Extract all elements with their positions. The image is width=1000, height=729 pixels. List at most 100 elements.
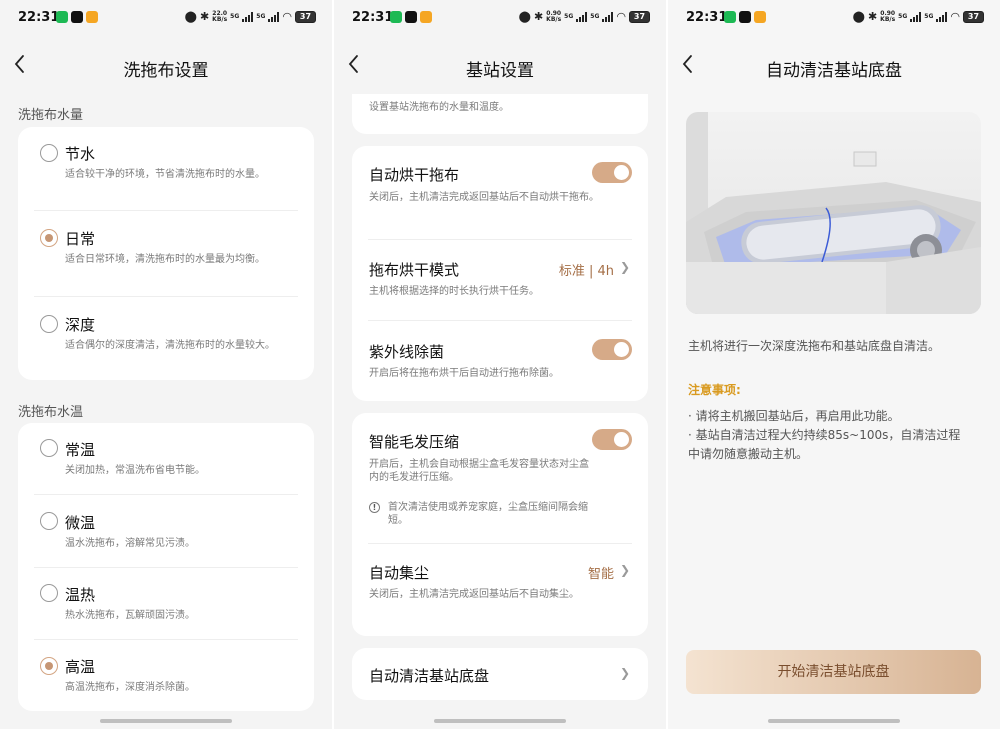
row-uv-sterilize: 紫外线除菌 开启后将在拖布烘干后自动进行拖布除菌。 [352,321,648,401]
option-temp-warm[interactable]: 微温 温水洗拖布，溶解常见污渍。 [18,495,314,568]
option-title: 高温 [65,658,96,676]
location-icon: ⬤ [184,10,197,23]
signal-icon [576,11,588,22]
signal-icon [268,11,280,22]
chevron-right-icon: ❯ [619,666,630,680]
dry-mode-value: 标准 | 4h [558,264,614,279]
auto-dust-value: 智能 [587,567,614,582]
option-title: 节水 [65,145,96,163]
signal-label: 5G [564,12,574,20]
row-title: 自动清洁基站底盘 [369,667,490,685]
app-notification-icon [739,11,751,23]
battery-icon: 37 [295,10,316,23]
app-notification-icon [754,11,766,23]
option-desc: 适合较干净的环境，节省清洗拖布时的水量。 [65,169,265,180]
signal-label: 5G [590,12,600,20]
notice-item: · 请将主机搬回基站后，再启用此功能。 [688,409,900,423]
app-notification-icon [420,11,432,23]
row-dry-mode[interactable]: 拖布烘干模式 标准 | 4h ❯ 主机将根据选择的时长执行烘干任务。 [352,240,648,320]
net-speed-unit: KB/s [546,15,562,23]
app-notification-icon [405,11,417,23]
radio-button[interactable] [40,512,58,530]
notice-item-continued: 中请勿随意搬动主机。 [688,447,809,461]
wifi-icon: ◠ [616,10,626,23]
app-notification-icon [390,11,402,23]
screen-clean-station-tray: 22:31 ⬤ ✱ 0.90KB/s 5G 5G ◠ 37 自动清洁基站底盘 [668,0,1000,729]
app-notification-icon [724,11,736,23]
status-time: 22:31 [18,10,60,25]
status-bar: 22:31 ⬤ ✱ 22.0 KB/s 5G 5G ◠ 37 [0,0,332,36]
info-icon: ! [369,502,380,513]
option-desc: 适合偶尔的深度清洁，清洗拖布时的水量较大。 [65,340,275,351]
row-clean-tray[interactable]: 自动清洁基站底盘 ❯ [352,648,648,700]
home-indicator[interactable] [100,719,232,723]
radio-button[interactable] [40,584,58,602]
mop-wash-settings-row[interactable]: 设置基站洗拖布的水量和温度。 [352,94,648,134]
hair-compress-note: 首次清洁使用或养宠家庭，尘盒压缩间隔会缩短。 [388,502,588,526]
status-time: 22:31 [352,10,394,25]
wifi-icon: ◠ [950,10,960,23]
option-desc: 适合日常环境，清洗拖布时的水量最为均衡。 [65,254,265,265]
row-desc: 开启后，主机会自动根据尘盒毛发容量状态对尘盒内的毛发进行压缩。 [369,459,589,483]
location-icon: ⬤ [518,10,531,23]
start-clean-tray-button[interactable]: 开始清洁基站底盘 [686,650,981,694]
page-title: 基站设置 [466,61,534,81]
net-speed-unit: KB/s [880,15,896,23]
radio-button[interactable] [40,439,58,457]
water-options-card: 节水 适合较干净的环境，节省清洗拖布时的水量。 日常 适合日常环境，清洗拖布时的… [18,127,314,380]
nav-bar: 基站设置 [334,40,666,92]
option-temp-normal[interactable]: 常温 关闭加热，常温洗布省电节能。 [18,423,314,495]
row-auto-dry: 自动烘干拖布 关闭后，主机清洁完成返回基站后不自动烘干拖布。 [352,146,648,239]
row-desc: 关闭后，主机清洁完成返回基站后不自动烘干拖布。 [369,192,599,203]
section-label-temperature: 洗拖布水温 [18,405,84,420]
option-desc: 关闭加热，常温洗布省电节能。 [65,465,205,476]
option-title: 常温 [65,441,96,459]
row-desc: 主机将根据选择的时长执行烘干任务。 [369,286,539,297]
signal-label: 5G [898,12,908,20]
page-title: 自动清洁基站底盘 [766,61,902,81]
home-indicator[interactable] [768,719,900,723]
option-water-deep[interactable]: 深度 适合偶尔的深度清洁，清洗拖布时的水量较大。 [18,297,314,380]
wifi-icon: ◠ [282,10,292,23]
drying-settings-card: 自动烘干拖布 关闭后，主机清洁完成返回基站后不自动烘干拖布。 拖布烘干模式 标准… [352,146,648,401]
signal-icon [936,11,948,22]
option-desc: 高温洗拖布，深度消杀除菌。 [65,682,195,693]
notice-item: · 基站自清洁过程大约持续85s~100s，自清洁过程 [688,428,961,442]
home-indicator[interactable] [434,719,566,723]
signal-icon [602,11,614,22]
row-desc: 开启后将在拖布烘干后自动进行拖布除菌。 [369,368,559,379]
nav-bar: 自动清洁基站底盘 [668,40,1000,92]
option-water-daily[interactable]: 日常 适合日常环境，清洗拖布时的水量最为均衡。 [18,211,314,297]
battery-icon: 37 [963,10,984,23]
radio-button-selected[interactable] [40,657,58,675]
radio-button-selected[interactable] [40,229,58,247]
station-tray-illustration [686,112,981,314]
option-title: 深度 [65,316,96,334]
radio-button[interactable] [40,144,58,162]
nav-bar: 洗拖布设置 [0,40,332,92]
status-bar: 22:31 ⬤ ✱ 0.90 KB/s 5G 5G ◠ 37 [334,0,666,36]
row-title: 拖布烘干模式 [369,261,460,279]
hair-compress-toggle[interactable] [592,429,632,450]
row-auto-dust[interactable]: 自动集尘 智能 ❯ 关闭后，主机清洁完成返回基站后不自动集尘。 [352,544,648,636]
option-temp-high[interactable]: 高温 高温洗拖布，深度消杀除菌。 [18,640,314,711]
option-temp-hot[interactable]: 温热 热水洗拖布，瓦解顽固污渍。 [18,568,314,640]
dust-settings-card: 智能毛发压缩 开启后，主机会自动根据尘盒毛发容量状态对尘盒内的毛发进行压缩。 !… [352,413,648,636]
row-title: 自动集尘 [369,564,430,582]
signal-icon [910,11,922,22]
option-title: 温热 [65,586,96,604]
auto-dry-toggle[interactable] [592,162,632,183]
option-water-save[interactable]: 节水 适合较干净的环境，节省清洗拖布时的水量。 [18,127,314,211]
uv-sterilize-toggle[interactable] [592,339,632,360]
bluetooth-icon: ✱ [199,10,210,23]
status-bar: 22:31 ⬤ ✱ 0.90 KB/s 5G 5G ◠ 37 [668,0,1000,36]
signal-icon [242,11,254,22]
row-title: 紫外线除菌 [369,343,445,361]
radio-button[interactable] [40,315,58,333]
notice-title: 注意事项: [688,383,741,397]
app-notification-icon [71,11,83,23]
row-title: 智能毛发压缩 [369,433,460,451]
app-notification-icon [56,11,68,23]
option-desc: 热水洗拖布，瓦解顽固污渍。 [65,610,195,621]
bluetooth-icon: ✱ [867,10,878,23]
